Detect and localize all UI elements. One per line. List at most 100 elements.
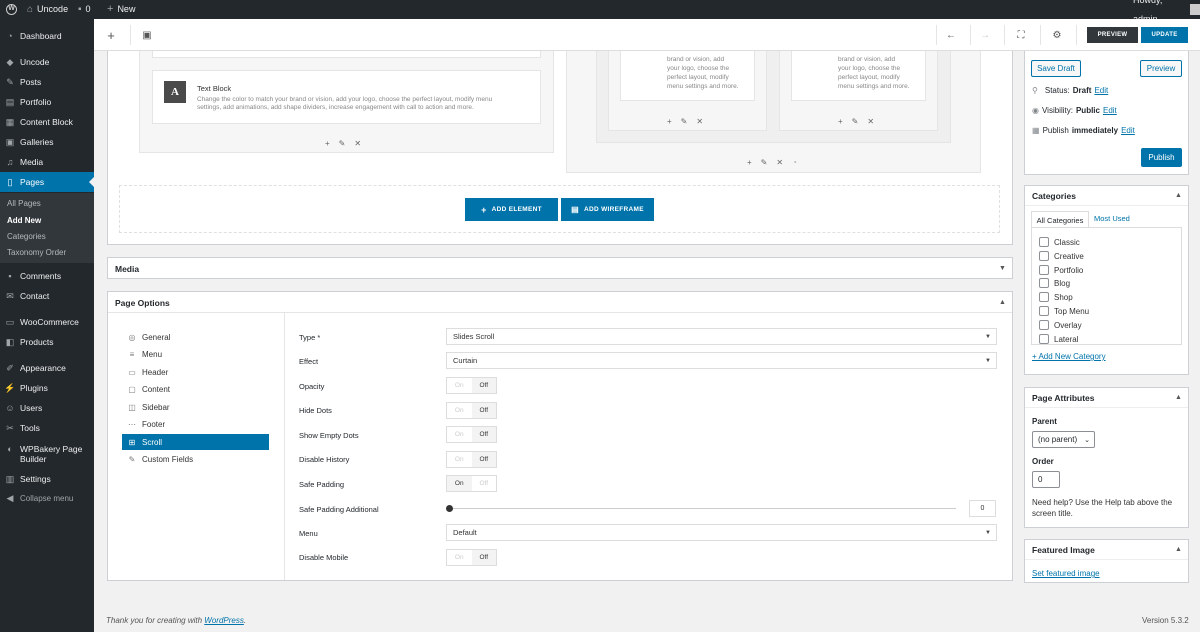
sidebar-item-users[interactable]: ☺ Users (0, 398, 94, 418)
disable-history-toggle[interactable]: On Off (446, 451, 497, 468)
collapse-menu-button[interactable]: ◀ Collapse menu (0, 488, 94, 508)
redo-arrow-icon[interactable]: → (974, 19, 996, 51)
category-classic[interactable]: Classic (1039, 237, 1080, 247)
tab-scroll[interactable]: ⊞ Scroll (122, 434, 269, 450)
effect-select[interactable]: Curtain ▼ (446, 352, 997, 369)
sidebar-item-settings[interactable]: ▥ Settings (0, 469, 94, 489)
expand-triangle-icon[interactable]: ▼ (999, 265, 1006, 272)
collapse-triangle-icon[interactable]: ▲ (1175, 192, 1182, 199)
undo-arrow-icon[interactable]: ← (940, 19, 962, 51)
sidebar-item-plugins[interactable]: ⚡ Plugins (0, 378, 94, 398)
category-lateral[interactable]: Lateral (1039, 334, 1078, 344)
sidebar-item-uncode[interactable]: ◆ Uncode (0, 52, 94, 72)
sidebar-item-pages[interactable]: ▯ Pages (0, 172, 94, 192)
publish-button[interactable]: Publish (1141, 148, 1182, 167)
sidebar-item-wpbakery[interactable]: ◐ WPBakery Page Builder (0, 438, 94, 468)
safe-padding-toggle[interactable]: On Off (446, 475, 497, 492)
pencil-icon[interactable]: ✎ (761, 158, 768, 167)
set-featured-image-link[interactable]: Set featured image (1032, 569, 1100, 578)
sidebar-item-products[interactable]: ◧ Products (0, 332, 94, 352)
menu-select[interactable]: Default ▼ (446, 524, 997, 541)
sidebar-item-portfolio[interactable]: ▤ Portfolio (0, 92, 94, 112)
wordpress-link[interactable]: WordPress (204, 616, 244, 625)
sidebar-item-content-block[interactable]: ▦ Content Block (0, 112, 94, 132)
site-name-link[interactable]: ⌂ Uncode (27, 0, 68, 19)
preview-changes-button[interactable]: Preview (1140, 60, 1182, 77)
sidebar-item-contact[interactable]: ✉ Contact (0, 286, 94, 306)
submenu-add-new[interactable]: Add New (7, 216, 41, 225)
edit-publish-time-link[interactable]: Edit (1121, 126, 1135, 135)
tab-content[interactable]: ▢ Content (122, 381, 269, 397)
tab-all-categories[interactable]: All Categories (1031, 211, 1089, 228)
close-icon[interactable]: ✕ (776, 158, 783, 167)
wordpress-logo-icon[interactable]: W (6, 0, 17, 19)
add-element-button[interactable]: + ADD ELEMENT (465, 198, 558, 221)
sidebar-item-comments[interactable]: ▪ Comments (0, 266, 94, 286)
pencil-icon[interactable]: ✎ (852, 117, 859, 126)
submenu-all-pages[interactable]: All Pages (7, 199, 41, 208)
sidebar-item-galleries[interactable]: ▣ Galleries (0, 132, 94, 152)
slider-handle[interactable] (446, 505, 453, 512)
close-icon[interactable]: ✕ (867, 117, 874, 126)
preview-button[interactable]: PREVIEW (1087, 27, 1138, 43)
close-icon[interactable]: ✕ (354, 139, 361, 148)
safe-padding-additional-input[interactable]: 0 (969, 500, 996, 517)
templates-icon[interactable]: ▣ (136, 19, 158, 51)
sidebar-item-dashboard[interactable]: ◔ Dashboard (0, 26, 94, 46)
close-icon[interactable]: ✕ (696, 117, 703, 126)
type-select[interactable]: Slides Scroll ▼ (446, 328, 997, 345)
fullscreen-icon[interactable]: ⛶ (1010, 19, 1032, 51)
my-account-link[interactable]: Howdy, admin (1133, 0, 1200, 24)
tab-general[interactable]: ◎ General (122, 329, 269, 345)
disable-mobile-toggle[interactable]: On Off (446, 549, 497, 566)
category-overlay[interactable]: Overlay (1039, 320, 1082, 330)
show-empty-dots-toggle[interactable]: On Off (446, 426, 497, 443)
categories-title: Categories (1032, 191, 1076, 201)
category-shop[interactable]: Shop (1039, 292, 1073, 302)
update-button[interactable]: UPDATE (1141, 27, 1188, 43)
sidebar-item-woocommerce[interactable]: ▭ WooCommerce (0, 312, 94, 332)
media-panel[interactable] (107, 257, 1013, 279)
save-draft-button[interactable]: Save Draft (1031, 60, 1081, 77)
category-top-menu[interactable]: Top Menu (1039, 306, 1089, 316)
tab-header[interactable]: ▭ Header (122, 364, 269, 380)
edit-visibility-link[interactable]: Edit (1103, 106, 1117, 115)
category-creative[interactable]: Creative (1039, 251, 1084, 261)
pencil-icon[interactable]: ✎ (681, 117, 688, 126)
submenu-taxonomy-order[interactable]: Taxonomy Order (7, 248, 66, 257)
comments-link[interactable]: ▪ 0 (78, 0, 91, 19)
drag-handle-icon[interactable]: ◔ (792, 158, 797, 167)
new-content-link[interactable]: + New (107, 0, 135, 19)
sidebar-item-media[interactable]: ♫ Media (0, 152, 94, 172)
add-new-category-link[interactable]: + Add New Category (1032, 352, 1106, 361)
hide-dots-toggle[interactable]: On Off (446, 402, 497, 419)
collapse-triangle-icon[interactable]: ▲ (1175, 546, 1182, 553)
element-tile-partial[interactable] (152, 51, 541, 58)
edit-status-link[interactable]: Edit (1094, 86, 1108, 95)
parent-select[interactable]: (no parent) ⌄ (1032, 431, 1095, 448)
gear-icon[interactable]: ⚙ (1046, 19, 1068, 51)
collapse-triangle-icon[interactable]: ▲ (999, 299, 1006, 306)
tab-sidebar[interactable]: ◫ Sidebar (122, 399, 269, 415)
order-input[interactable]: 0 (1032, 471, 1060, 488)
tab-custom-fields[interactable]: ✎ Custom Fields (122, 451, 269, 467)
add-icon[interactable]: + (667, 117, 672, 126)
add-element-plus-icon[interactable]: + (100, 19, 122, 51)
add-icon[interactable]: + (838, 117, 843, 126)
opacity-toggle[interactable]: On Off (446, 377, 497, 394)
submenu-categories[interactable]: Categories (7, 232, 46, 241)
add-wireframe-button[interactable]: ▤ ADD WIREFRAME (561, 198, 654, 221)
pencil-icon[interactable]: ✎ (339, 139, 346, 148)
tab-menu[interactable]: ≡ Menu (122, 346, 269, 362)
sidebar-item-appearance[interactable]: ✐ Appearance (0, 358, 94, 378)
slider-track[interactable] (449, 508, 956, 509)
collapse-triangle-icon[interactable]: ▲ (1175, 394, 1182, 401)
sidebar-item-tools[interactable]: ✂ Tools (0, 418, 94, 438)
add-icon[interactable]: + (747, 158, 752, 167)
tab-most-used[interactable]: Most Used (1094, 214, 1130, 223)
add-icon[interactable]: + (325, 139, 330, 148)
sidebar-item-posts[interactable]: ✎ Posts (0, 72, 94, 92)
category-blog[interactable]: Blog (1039, 278, 1070, 288)
tab-footer[interactable]: ⋯ Footer (122, 416, 269, 432)
category-portfolio[interactable]: Portfolio (1039, 265, 1083, 275)
